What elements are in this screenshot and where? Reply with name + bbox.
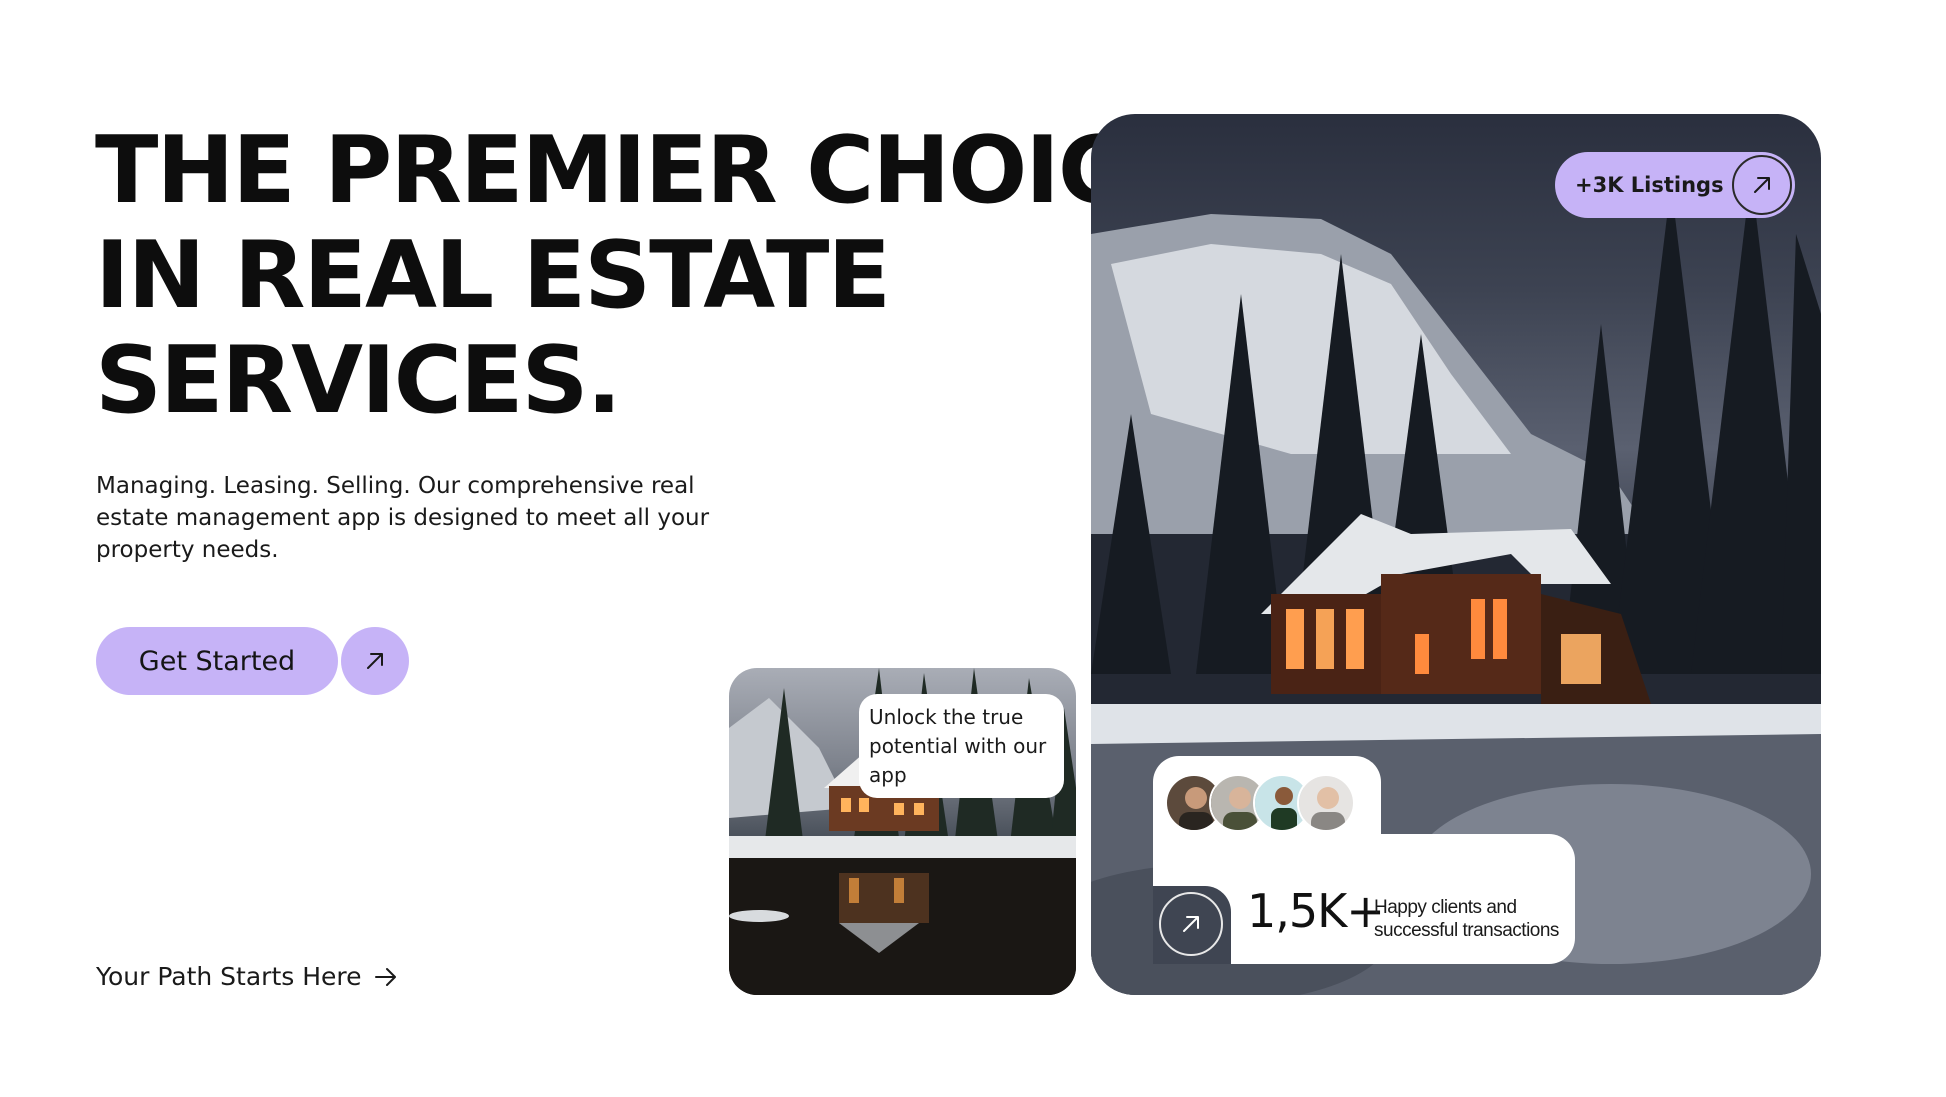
path-link-label: Your Path Starts Here — [96, 962, 362, 991]
path-starts-link[interactable]: Your Path Starts Here — [96, 962, 398, 991]
cta-group: Get Started — [96, 627, 409, 695]
app-promo-bubble: Unlock the true potential with our app — [859, 694, 1064, 798]
listings-label: +3K Listings — [1575, 173, 1724, 197]
headline-line-3: SERVICES. — [95, 326, 622, 434]
client-avatars — [1165, 774, 1355, 832]
featured-property-card: +3K Listings 1,5K+ Happy clients and suc… — [1091, 114, 1821, 995]
arrow-up-right-icon — [367, 653, 383, 669]
cabin-photo-card: Unlock the true potential with our app — [729, 668, 1076, 995]
get-started-arrow-button[interactable] — [341, 627, 409, 695]
listings-button[interactable]: +3K Listings — [1555, 152, 1795, 218]
listings-arrow — [1732, 155, 1792, 215]
headline-line-2: IN REAL ESTATE — [95, 221, 891, 329]
arrow-right-icon — [374, 967, 396, 986]
clients-stats-card: 1,5K+ Happy clients and successful trans… — [1153, 756, 1575, 964]
arrow-up-right-icon — [1754, 177, 1770, 193]
headline-line-1: THE PREMIER CHOICE — [95, 116, 1188, 224]
stats-arrow-button[interactable] — [1159, 892, 1223, 956]
clients-count: 1,5K+ — [1247, 884, 1385, 938]
hero-headline: THE PREMIER CHOICE IN REAL ESTATE SERVIC… — [95, 116, 1188, 434]
hero-subtext: Managing. Leasing. Selling. Our comprehe… — [96, 473, 710, 563]
avatar — [1297, 774, 1355, 832]
clients-description: Happy clients and successful transaction… — [1374, 897, 1559, 941]
get-started-button[interactable]: Get Started — [96, 627, 338, 695]
arrow-up-right-icon — [1183, 916, 1199, 932]
